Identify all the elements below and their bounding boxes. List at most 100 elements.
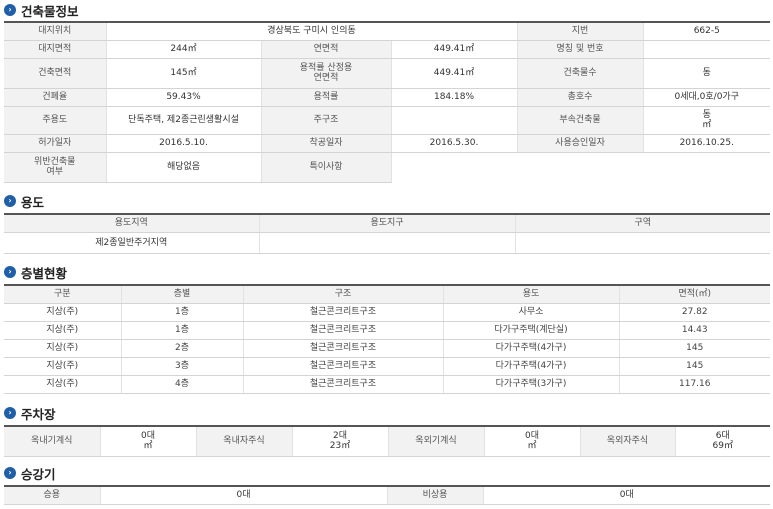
usage-area-value [515,232,770,254]
indoor-mech-count: 0대 [140,431,155,442]
households-label: 총호수 [517,88,644,107]
calc-area-label-line2: 연면적 [313,73,339,83]
table-row: 승용 0대 비상용 0대 [4,486,770,505]
chevron-right-circle-icon: › [4,407,16,419]
usage-table: 용도지역 용도지구 구역 제2종일반주거지역 [4,213,770,254]
violation-label: 위반건축물 여부 [4,152,107,183]
usage-zone-value: 제2종일반주거지역 [4,232,260,254]
annex-value: 동 ㎡ [643,106,771,135]
outdoor-mech-area: ㎡ [527,441,537,452]
usage-district-value [259,232,516,254]
elevator-table: 승용 0대 비상용 0대 [4,485,770,505]
floors-use-cell: 사무소 [443,303,620,322]
table-row: 허가일자 2016.5.10. 착공일자 2016.5.30. 사용승인일자 2… [4,134,771,153]
floors-count-value: 동 [643,58,771,89]
table-row: 주용도 단독주택, 제2종근린생활시설 주구조 부속건축물 동 ㎡ [4,106,771,135]
floors-type-cell: 지상(주) [4,375,122,394]
far-label: 용적률 [261,88,392,107]
chevron-right-circle-icon: › [4,467,16,479]
floors-floor-cell: 3층 [121,357,244,376]
table-row: 제2종일반주거지역 [4,232,770,254]
name-value [643,40,771,59]
table-row: 지상(주) 3층 철근콘크리트구조 다가구주택(4가구) 145 [4,357,770,376]
floors-floor-cell: 2층 [121,339,244,358]
floors-structure-cell: 철근콘크리트구조 [243,303,444,322]
annex-label: 부속건축물 [517,106,644,135]
violation-label-line1: 위반건축물 [34,157,76,167]
approval-label: 사용승인일자 [517,134,644,153]
chevron-right-circle-icon: › [4,4,16,16]
annex-count: 동 [702,110,711,120]
approval-value: 2016.10.25. [643,134,771,153]
floors-type-cell: 지상(주) [4,339,122,358]
lot-value: 662-5 [643,22,771,41]
remarks-value [391,152,771,182]
section-floors-title: › 층별현황 [4,264,67,281]
section-parking-title: › 주차장 [4,405,56,422]
structure-label: 주구조 [261,106,392,135]
floors-area-cell: 27.82 [619,303,770,322]
outdoor-self-value: 6대 69㎡ [675,426,770,457]
floors-structure-cell: 철근콘크리트구조 [243,321,444,340]
floors-type-cell: 지상(주) [4,321,122,340]
outdoor-self-area: 69㎡ [712,441,733,452]
indoor-self-label: 옥내자주식 [196,426,293,457]
floors-type-header: 구분 [4,285,122,304]
floors-area-cell: 14.43 [619,321,770,340]
table-row: 옥내기계식 0대 ㎡ 옥내자주식 2대 23㎡ 옥외기계식 0대 ㎡ 옥외자주식… [4,426,770,457]
floors-structure-header: 구조 [243,285,444,304]
emergency-value: 0대 [483,486,770,505]
floors-use-cell: 다가구주택(3가구) [443,375,620,394]
floors-area-cell: 145 [619,357,770,376]
permit-value: 2016.5.10. [106,134,262,153]
permit-label: 허가일자 [4,134,107,153]
table-header-row: 용도지역 용도지구 구역 [4,214,770,233]
outdoor-mech-value: 0대 ㎡ [484,426,581,457]
floors-use-header: 용도 [443,285,620,304]
floors-floor-header: 층별 [121,285,244,304]
coverage-value: 59.43% [106,88,262,107]
floors-structure-cell: 철근콘크리트구조 [243,357,444,376]
table-row: 건폐율 59.43% 용적률 184.18% 총호수 0세대,0호/0가구 [4,88,771,107]
indoor-mech-area: ㎡ [143,441,153,452]
violation-label-line2: 여부 [46,167,64,177]
table-row: 지상(주) 4층 철근콘크리트구조 다가구주택(3가구) 117.16 [4,375,770,394]
table-row: 지상(주) 2층 철근콘크리트구조 다가구주택(4가구) 145 [4,339,770,358]
chevron-right-circle-icon: › [4,266,16,278]
section-building-title: › 건축물정보 [4,2,79,19]
section-title-text: 용도 [21,194,45,210]
floors-structure-cell: 철근콘크리트구조 [243,339,444,358]
table-header-row: 구분 층별 구조 용도 면적(㎡) [4,285,770,304]
violation-value: 해당없음 [106,152,262,183]
section-title-text: 건축물정보 [21,3,79,19]
far-value: 184.18% [391,88,518,107]
outdoor-self-label: 옥외자주식 [580,426,676,457]
start-value: 2016.5.30. [391,134,518,153]
floors-use-cell: 다가구주택(계단실) [443,321,620,340]
indoor-mech-label: 옥내기계식 [4,426,101,457]
remarks-label: 특이사항 [261,152,392,183]
annex-area: ㎡ [702,120,712,130]
building-area-value: 145㎡ [106,58,262,89]
table-row: 지상(주) 1층 철근콘크리트구조 사무소 27.82 [4,303,770,322]
section-elevator-title: › 승강기 [4,465,56,482]
section-title-text: 승강기 [21,466,56,482]
section-title-text: 주차장 [21,406,56,422]
table-row: 대지면적 244㎡ 연면적 449.41㎡ 명칭 및 번호 [4,40,771,59]
site-area-label: 대지면적 [4,40,107,59]
households-value: 0세대,0호/0가구 [643,88,771,107]
floors-floor-cell: 1층 [121,303,244,322]
usage-zone-header: 용도지역 [4,214,260,233]
floors-table: 구분 층별 구조 용도 면적(㎡) 지상(주) 1층 철근콘크리트구조 사무소 … [4,284,770,394]
main-use-value: 단독주택, 제2종근린생활시설 [106,106,262,135]
floors-count-label: 건축물수 [517,58,644,89]
outdoor-mech-label: 옥외기계식 [388,426,485,457]
floors-area-cell: 145 [619,339,770,358]
address-value: 경상북도 구미시 인의동 [106,22,518,41]
floors-type-cell: 지상(주) [4,303,122,322]
indoor-self-area: 23㎡ [329,441,351,452]
main-use-label: 주용도 [4,106,107,135]
indoor-self-count: 2대 [332,431,347,442]
table-row: 위반건축물 여부 해당없음 특이사항 [4,152,771,183]
usage-district-header: 용도지구 [259,214,516,233]
